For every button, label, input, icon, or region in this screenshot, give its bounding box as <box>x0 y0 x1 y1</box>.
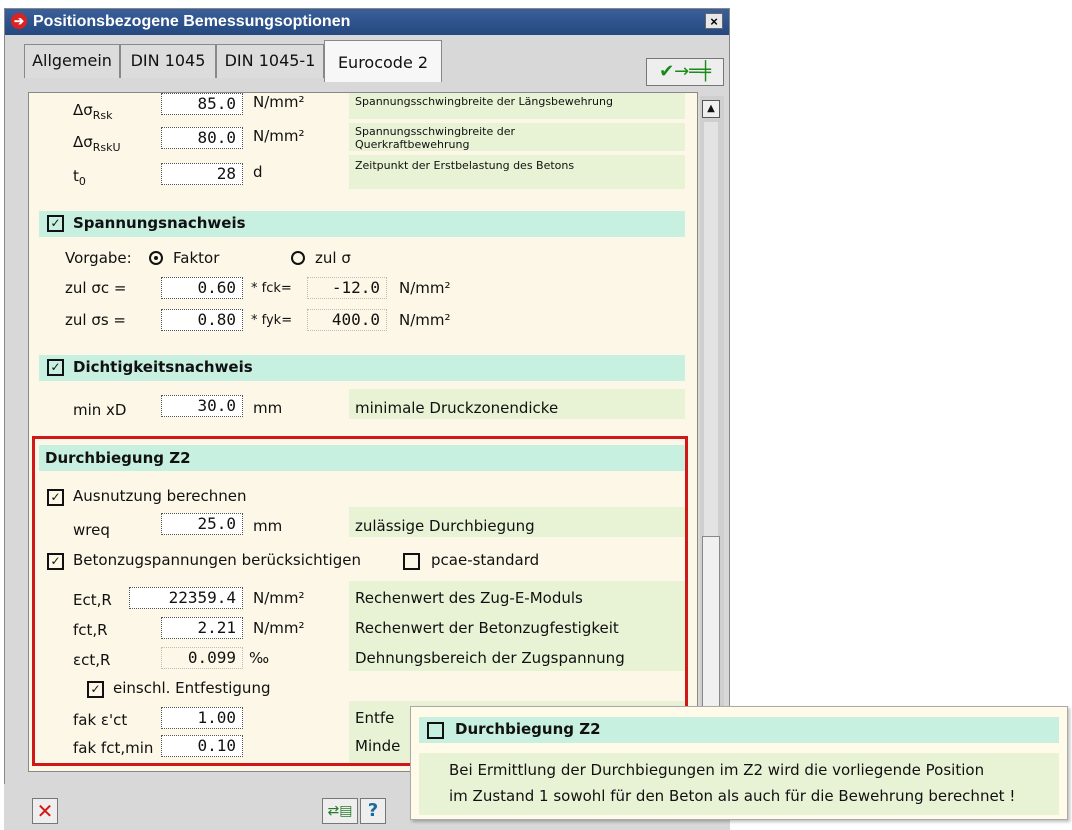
tab-din-1045-1[interactable]: DIN 1045-1 <box>216 44 324 78</box>
label-delta-sigma-rsk: ΔσRsk <box>73 101 113 122</box>
close-x-icon: ✕ <box>36 799 54 823</box>
label-t0: t0 <box>73 167 86 188</box>
zul-sigma-label: zul σ <box>315 249 351 267</box>
delta-sigma-rsku-field[interactable]: 80.0 <box>161 127 243 149</box>
apply-button[interactable]: ✔→═╪ <box>646 58 724 86</box>
fck-label: * fck= <box>251 281 292 296</box>
zul-sigma-s-label: zul σs = <box>65 311 126 329</box>
desc-3: Zeitpunkt der Erstbelastung des Betons <box>355 159 575 172</box>
label-delta-sigma-rsku: ΔσRskU <box>73 133 121 154</box>
scroll-up-icon[interactable]: ▲ <box>702 100 720 118</box>
arrow-icon: ➔ <box>11 13 27 29</box>
transfer-button[interactable]: ⇄▤ <box>322 798 358 824</box>
dichtigkeit-title: Dichtigkeitsnachweis <box>73 358 253 376</box>
desc-2: Spannungsschwingbreite der Querkraftbewe… <box>355 125 515 151</box>
tab-eurocode-2[interactable]: Eurocode 2 <box>324 40 442 82</box>
zul-sigma-c-label: zul σc = <box>65 279 127 297</box>
cancel-button[interactable]: ✕ <box>32 798 58 824</box>
faktor-radio[interactable] <box>149 251 163 265</box>
window-title: Positionsbezogene Bemessungsoptionen <box>33 13 351 30</box>
checkmark-arrow-icon: ✔→═╪ <box>659 61 711 82</box>
unit-fyk: N/mm² <box>399 311 451 329</box>
close-button[interactable]: × <box>705 13 723 29</box>
faktor-label: Faktor <box>173 249 220 267</box>
spannungsnachweis-title: Spannungsnachweis <box>73 214 246 232</box>
tooltip-line-2: im Zustand 1 sowohl für den Beton als au… <box>449 787 1016 805</box>
t0-field[interactable]: 28 <box>161 163 243 185</box>
fyk-value: 400.0 <box>307 309 387 331</box>
zul-sigma-s-field[interactable]: 0.80 <box>161 309 243 331</box>
transfer-icon: ⇄▤ <box>327 803 353 819</box>
unit-3: d <box>253 163 263 181</box>
tooltip-checkbox-icon <box>427 722 444 739</box>
help-button[interactable]: ? <box>360 798 386 824</box>
title-bar: ➔ Positionsbezogene Bemessungsoptionen × <box>5 9 729 35</box>
fyk-label: * fyk= <box>251 313 293 328</box>
vorgabe-label: Vorgabe: <box>65 249 132 267</box>
vertical-scrollbar[interactable]: ▲ <box>700 96 724 772</box>
tooltip-popup: Durchbiegung Z2 Bei Ermittlung der Durch… <box>410 706 1068 820</box>
help-icon: ? <box>367 800 379 821</box>
tooltip-title: Durchbiegung Z2 <box>455 720 601 738</box>
min-xd-label: min xD <box>73 401 127 419</box>
min-xd-desc: minimale Druckzonendicke <box>355 399 559 417</box>
unit-1: N/mm² <box>253 93 305 111</box>
delta-sigma-rsk-field[interactable]: 85.0 <box>161 93 243 115</box>
dichtigkeit-checkbox[interactable]: ✓ <box>47 359 64 376</box>
unit-fck: N/mm² <box>399 279 451 297</box>
tab-allgemein[interactable]: Allgemein <box>24 44 120 78</box>
spannungsnachweis-checkbox[interactable]: ✓ <box>47 215 64 232</box>
tooltip-line-1: Bei Ermittlung der Durchbiegungen im Z2 … <box>449 761 985 779</box>
tab-din-1045[interactable]: DIN 1045 <box>120 44 216 78</box>
min-xd-unit: mm <box>253 399 283 417</box>
fck-value: -12.0 <box>307 277 387 299</box>
min-xd-field[interactable]: 30.0 <box>161 395 243 417</box>
unit-2: N/mm² <box>253 127 305 145</box>
desc-1: Spannungsschwingbreite der Längsbewehrun… <box>355 95 613 108</box>
zul-sigma-radio[interactable] <box>291 251 305 265</box>
zul-sigma-c-field[interactable]: 0.60 <box>161 277 243 299</box>
